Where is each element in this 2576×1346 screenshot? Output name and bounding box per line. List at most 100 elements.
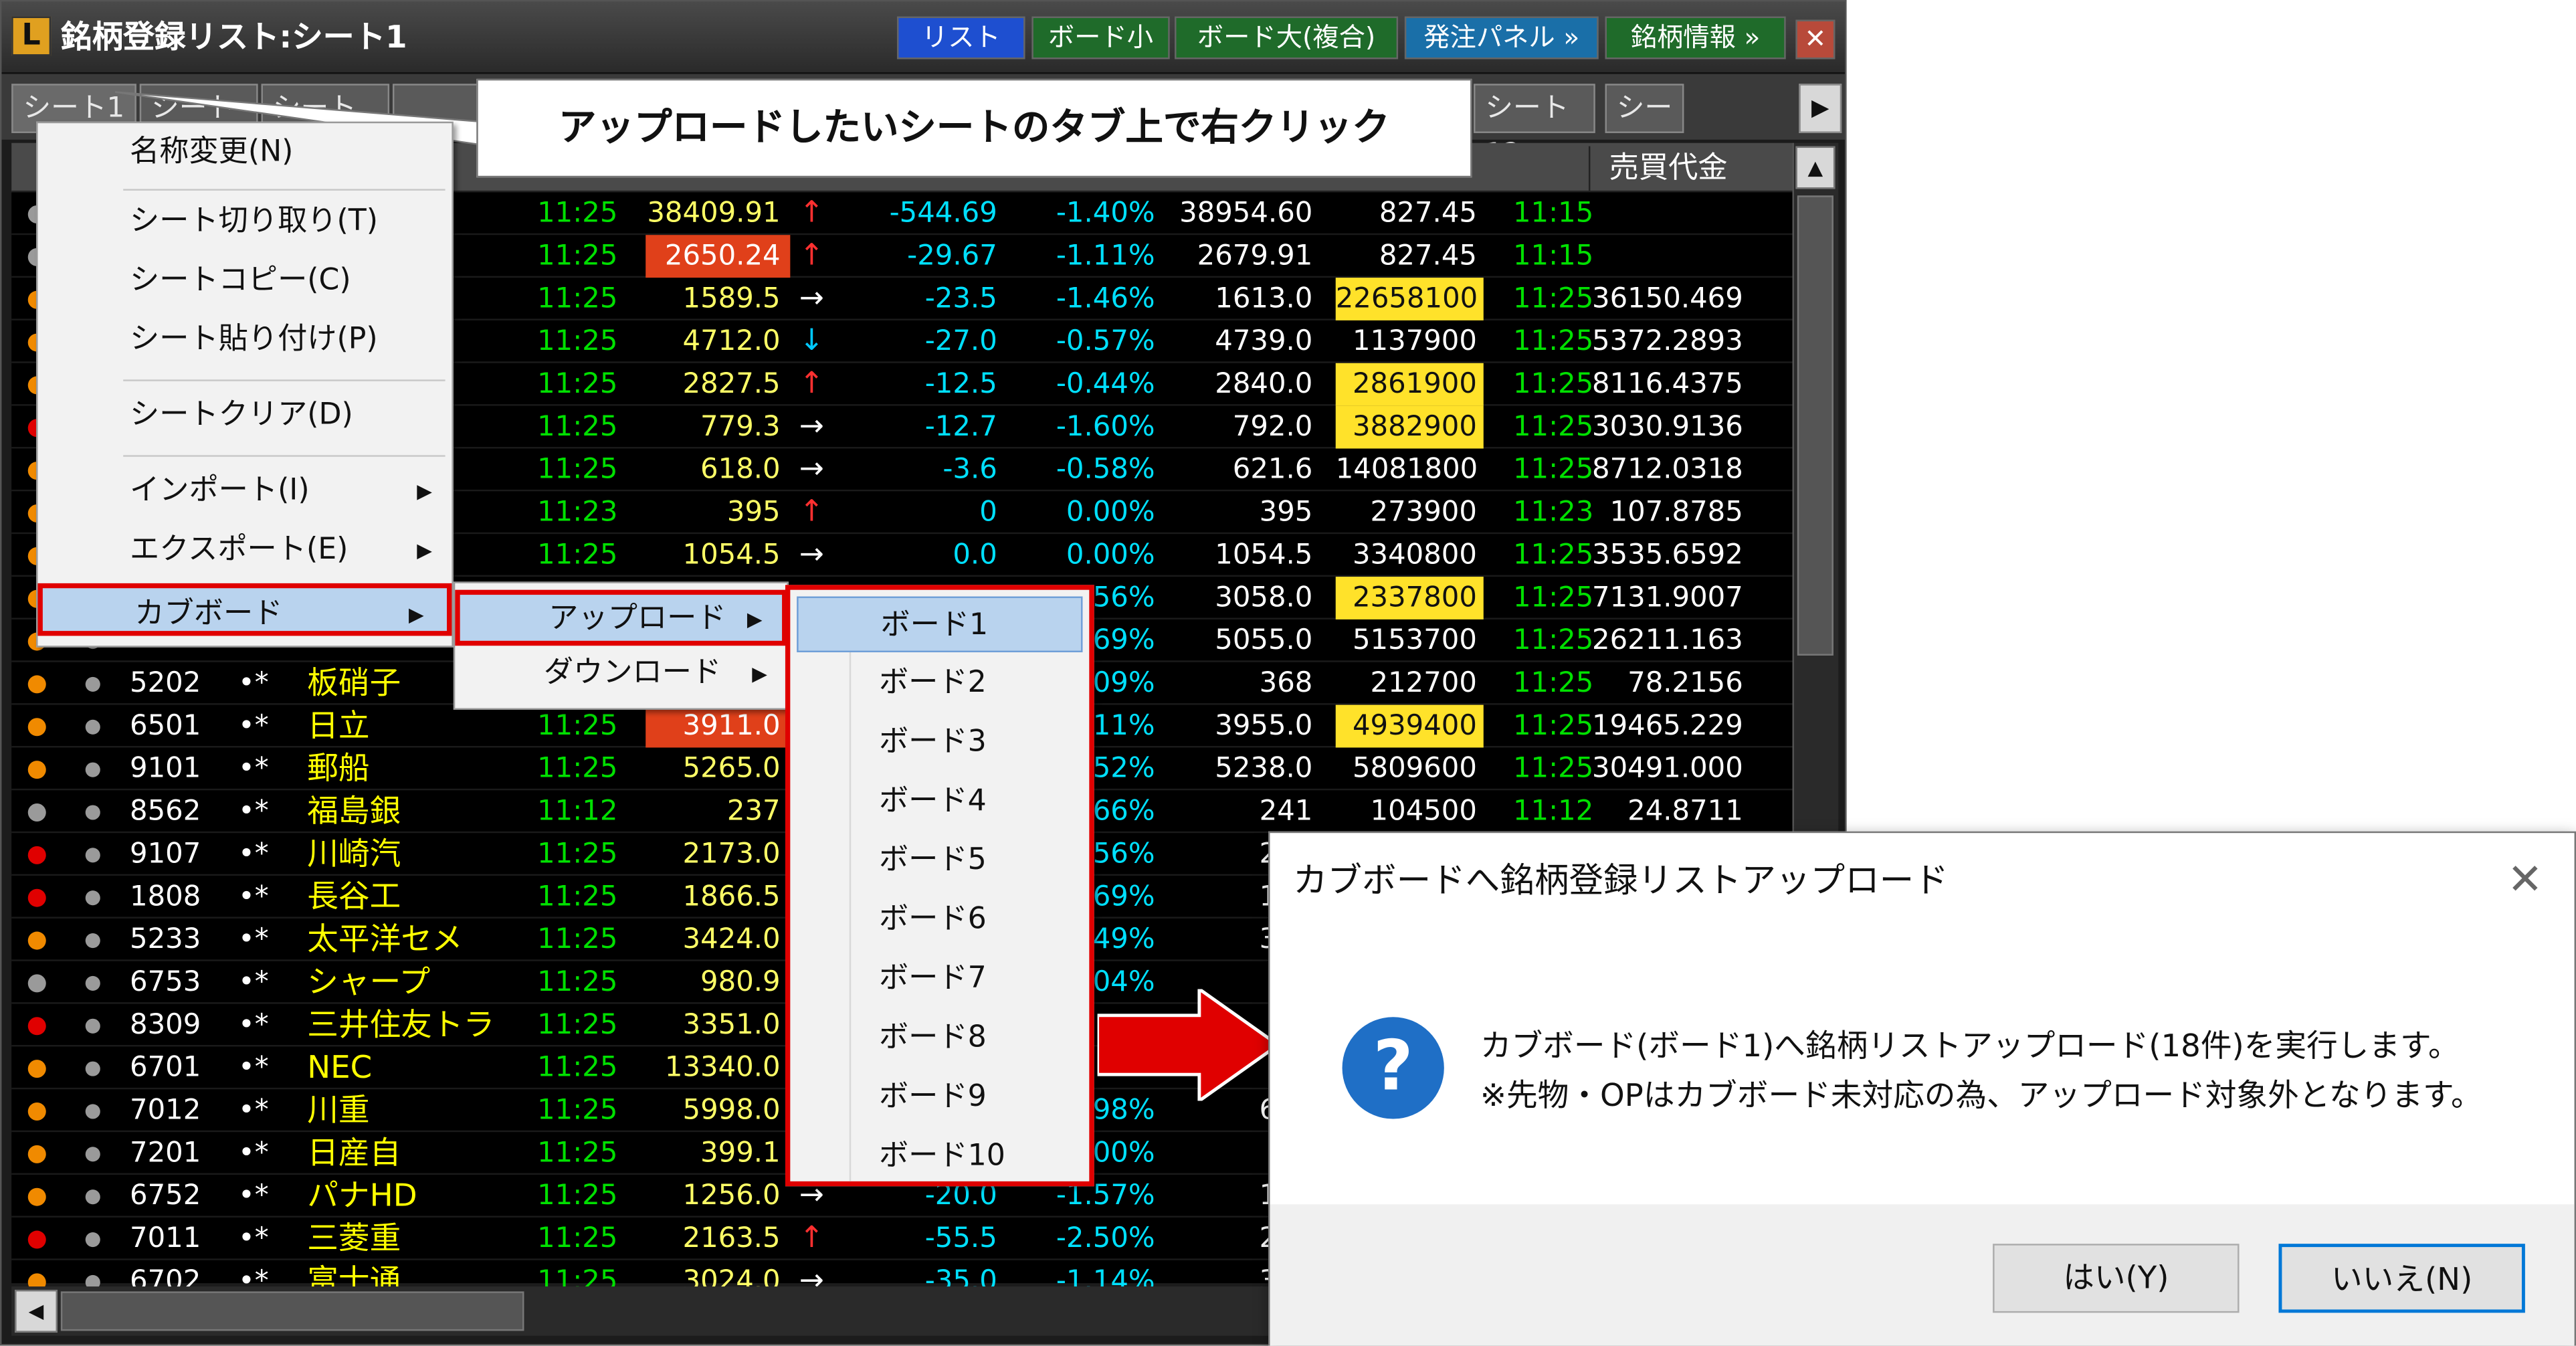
trend-arrow-icon: → <box>799 280 824 316</box>
trade-time: 11:25 <box>537 1094 618 1127</box>
tab-scroll-right-button[interactable]: ▶ <box>1799 84 1842 133</box>
sales-amount: 3030.9136 <box>1592 411 1743 444</box>
menu-item-board-10[interactable]: ボード10 <box>797 1129 1082 1185</box>
horizontal-scroll-thumb[interactable] <box>60 1291 524 1331</box>
volume: 22658100 <box>1335 278 1484 320</box>
no-button[interactable]: いいえ(N) <box>2278 1244 2525 1313</box>
kabuboard-submenu: アップロード ▶ ダウンロード ▶ <box>453 581 789 710</box>
stock-name: パナHD <box>307 1177 417 1214</box>
trade-time: 11:25 <box>537 197 618 230</box>
trade-time: 11:25 <box>537 1222 618 1256</box>
window-close-button[interactable]: ✕ <box>1795 19 1836 60</box>
stock-info-button[interactable]: 銘柄情報 » <box>1605 16 1786 60</box>
board-small-button[interactable]: ボード小 <box>1031 16 1170 60</box>
menu-item-board-9[interactable]: ボード9 <box>797 1070 1082 1126</box>
menu-item-board-6[interactable]: ボード6 <box>797 892 1082 949</box>
stock-code: 1808 <box>130 880 201 914</box>
volume: 5153700 <box>1352 624 1477 658</box>
stock-code: 6752 <box>130 1179 201 1213</box>
board-large-button[interactable]: ボード大(複合) <box>1175 16 1399 60</box>
menu-item-board-4[interactable]: ボード4 <box>797 774 1082 830</box>
sales-amount: 24.8711 <box>1627 795 1743 828</box>
order-panel-button[interactable]: 発注パネル » <box>1404 16 1599 60</box>
current-price: 4712.0 <box>682 325 781 359</box>
sales-amount: 3535.6592 <box>1592 539 1743 572</box>
submenu-arrow-icon: ▶ <box>747 607 763 632</box>
volume: 2861900 <box>1335 363 1484 406</box>
vertical-scroll-thumb[interactable] <box>1797 195 1834 656</box>
market-mark: •* <box>238 709 269 743</box>
trade-time: 11:25 <box>537 966 618 999</box>
change-percent: -1.11% <box>1056 239 1155 273</box>
menu-item-label: カブボード <box>134 596 283 632</box>
menu-item-clear-sheet[interactable]: シートクリア(D) <box>37 389 455 442</box>
previous-close: 5055.0 <box>1215 624 1313 658</box>
sales-amount: 8116.4375 <box>1592 368 1743 401</box>
tab-sheet13[interactable]: シー <box>1605 84 1684 133</box>
stock-code: 5233 <box>130 923 201 957</box>
current-price: 618.0 <box>700 453 781 486</box>
sales-amount: 26211.163 <box>1592 624 1743 658</box>
menu-item-download[interactable]: ダウンロード ▶ <box>455 649 787 705</box>
current-price: 395 <box>726 496 781 529</box>
trend-arrow-icon: → <box>799 452 824 486</box>
stock-name: NEC <box>307 1050 373 1086</box>
scroll-left-button[interactable]: ◀ <box>15 1289 58 1333</box>
secondary-dot-icon <box>85 1189 100 1205</box>
secondary-dot-icon <box>85 1018 100 1034</box>
secondary-dot-icon <box>85 1232 100 1248</box>
menu-item-upload[interactable]: アップロード ▶ <box>455 589 787 646</box>
stock-code: 6501 <box>130 709 201 743</box>
market-mark: •* <box>238 667 269 700</box>
menu-item-paste-sheet[interactable]: シート貼り付け(P) <box>37 314 455 367</box>
volume: 3882900 <box>1335 405 1484 449</box>
secondary-dot-icon <box>85 719 100 735</box>
price-change: -29.67 <box>907 239 997 273</box>
market-mark: •* <box>238 795 269 828</box>
upload-confirm-dialog: カブボードへ銘柄登録リストアップロード ✕ ? カブボード(ボード1)へ銘柄リス… <box>1268 831 2576 1346</box>
title-bar: L 銘柄登録リスト:シート1 リスト ボード小 ボード大(複合) 発注パネル »… <box>1 1 1846 74</box>
sales-amount <box>1592 192 1743 235</box>
menu-item-board-8[interactable]: ボード8 <box>797 1010 1082 1066</box>
dialog-close-icon[interactable]: ✕ <box>2499 856 2552 909</box>
change-percent: -0.57% <box>1056 325 1155 359</box>
submenu-arrow-icon: ▶ <box>417 539 432 562</box>
menu-item-export[interactable]: エクスポート(E) ▶ <box>37 524 455 577</box>
menu-item-import[interactable]: インポート(I) ▶ <box>37 465 455 518</box>
stock-code: 6753 <box>130 966 201 999</box>
menu-item-copy-sheet[interactable]: シートコピー(C) <box>37 255 455 308</box>
menu-item-board-7[interactable]: ボード7 <box>797 951 1082 1007</box>
list-view-button[interactable]: リスト <box>896 16 1025 60</box>
trade-time: 11:25 <box>537 368 618 401</box>
menu-item-board-1[interactable]: ボード1 <box>797 596 1083 653</box>
menu-item-rename[interactable]: 名称変更(N) <box>37 126 455 179</box>
yes-button[interactable]: はい(Y) <box>1993 1244 2240 1313</box>
menu-item-cut-sheet[interactable]: シート切り取り(T) <box>37 195 455 248</box>
trade-time: 11:25 <box>537 1179 618 1213</box>
trade-time: 11:25 <box>537 325 618 359</box>
board-select-submenu: ボード1 ボード2 ボード3 ボード4 ボード5 ボード6 ボード7 ボード8 ボード9 ボード1… <box>785 585 1094 1187</box>
red-arrow-icon <box>1097 989 1278 1101</box>
column-header-sales-amount[interactable]: 売買代金 <box>1588 146 1747 193</box>
current-price: 1589.5 <box>682 282 781 316</box>
volume-time: 11:15 <box>1512 239 1594 273</box>
secondary-dot-icon <box>85 805 100 820</box>
price-change: -12.5 <box>924 368 997 401</box>
menu-item-board-3[interactable]: ボード3 <box>797 714 1082 771</box>
previous-close: 4739.0 <box>1215 325 1313 359</box>
status-dot-icon <box>27 1145 46 1163</box>
stock-name: シャープ <box>307 964 431 1001</box>
trade-time: 11:25 <box>537 453 618 486</box>
menu-item-board-2[interactable]: ボード2 <box>797 656 1082 712</box>
menu-item-board-5[interactable]: ボード5 <box>797 833 1082 889</box>
menu-item-kabuboard[interactable]: カブボード ▶ <box>37 583 452 636</box>
trend-arrow-icon: ↑ <box>799 1220 824 1256</box>
trade-time: 11:25 <box>537 411 618 444</box>
price-change: -23.5 <box>924 282 997 316</box>
previous-close: 5238.0 <box>1215 752 1313 785</box>
tab-sheet12[interactable]: シート12 <box>1474 84 1595 171</box>
scroll-up-button[interactable]: ▲ <box>1795 146 1836 189</box>
menu-item-label: シート切り取り(T) <box>130 203 378 239</box>
trend-arrow-icon: ↑ <box>799 195 824 230</box>
market-mark: •* <box>238 1094 269 1127</box>
